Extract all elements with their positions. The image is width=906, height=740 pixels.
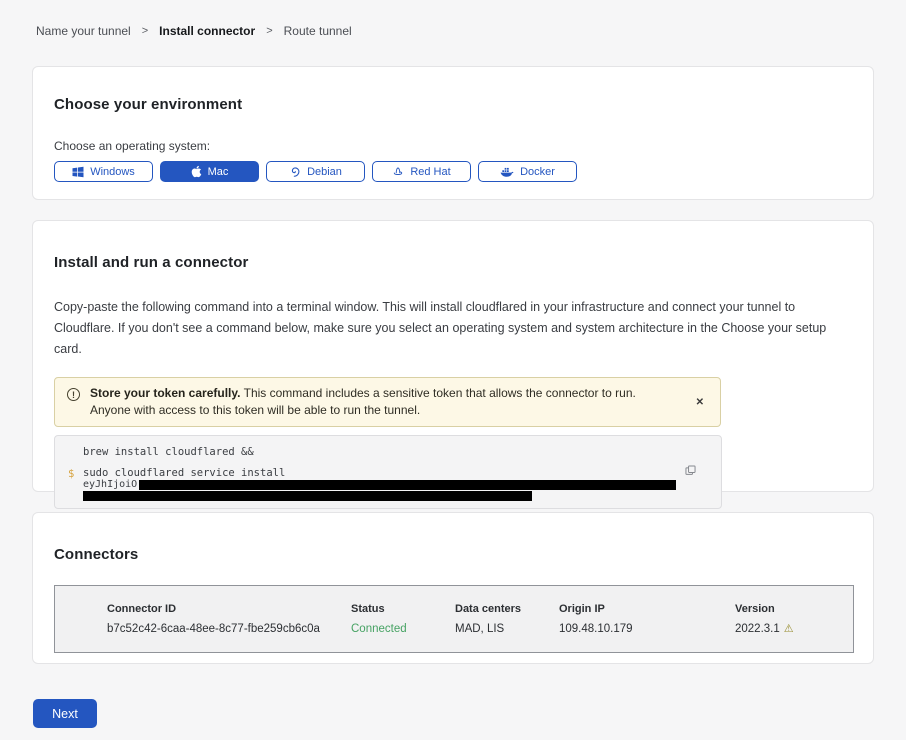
column-header-version: Version — [735, 603, 853, 615]
os-select-label: Choose an operating system: — [54, 139, 852, 153]
breadcrumb-step-name-your-tunnel[interactable]: Name your tunnel — [36, 24, 131, 38]
os-button-label: Debian — [307, 166, 342, 178]
close-icon: ✕ — [696, 397, 704, 408]
install-connector-card: Install and run a connector Copy-paste t… — [32, 220, 874, 492]
apple-logo-icon — [191, 165, 202, 178]
os-button-debian[interactable]: Debian — [266, 161, 365, 182]
environment-card-title: Choose your environment — [54, 96, 852, 113]
environment-card: Choose your environment Choose an operat… — [32, 66, 874, 200]
next-button[interactable]: Next — [33, 699, 97, 728]
warning-triangle-icon: ⚠ — [784, 622, 794, 635]
shell-prompt: $ — [68, 468, 74, 480]
token-warning-text: Store your token carefully. This command… — [90, 385, 660, 419]
token-line-1: eyJhIjoiO — [83, 480, 721, 490]
version-value: 2022.3.1 ⚠ — [735, 622, 853, 635]
origin-ip-value: 109.48.10.179 — [559, 623, 735, 635]
column-header-status: Status — [351, 603, 455, 615]
token-line-2 — [83, 491, 721, 501]
breadcrumb: Name your tunnel > Install connector > R… — [0, 0, 906, 38]
token-warning-banner: ! Store your token carefully. This comma… — [54, 377, 721, 427]
connectors-card: Connectors Connector ID Status Data cent… — [32, 512, 874, 664]
token-prefix: eyJhIjoiO — [83, 480, 137, 490]
copy-command-button[interactable] — [682, 462, 699, 482]
docker-whale-icon — [500, 166, 514, 178]
column-header-origin-ip: Origin IP — [559, 603, 735, 615]
column-header-data-centers: Data centers — [455, 603, 559, 615]
alert-circle-icon: ! — [67, 388, 80, 401]
command-line-1: brew install cloudflared && — [83, 447, 721, 458]
breadcrumb-step-install-connector[interactable]: Install connector — [159, 24, 255, 38]
breadcrumb-step-route-tunnel[interactable]: Route tunnel — [284, 24, 352, 38]
os-button-label: Mac — [208, 166, 229, 178]
os-button-docker[interactable]: Docker — [478, 161, 577, 182]
os-button-label: Red Hat — [410, 166, 450, 178]
copy-icon — [684, 465, 697, 480]
command-line-2: sudo cloudflared service install — [83, 468, 721, 479]
connector-table-row: b7c52c42-6caa-48ee-8c77-fbe259cb6c0a Con… — [107, 622, 853, 635]
os-button-redhat[interactable]: Red Hat — [372, 161, 471, 182]
connectors-table-header: Connector ID Status Data centers Origin … — [107, 603, 853, 615]
redacted-token-bar — [83, 491, 532, 501]
token-warning-bold: Store your token carefully. — [90, 386, 241, 400]
install-command-code-block: brew install cloudflared && $ sudo cloud… — [54, 435, 722, 509]
status-badge: Connected — [351, 623, 455, 635]
redhat-fedora-icon — [392, 166, 404, 178]
connectors-table: Connector ID Status Data centers Origin … — [54, 585, 854, 653]
windows-logo-icon — [72, 166, 84, 178]
redacted-token-bar — [139, 480, 676, 490]
column-header-connector-id: Connector ID — [107, 603, 351, 615]
install-card-title: Install and run a connector — [54, 254, 852, 271]
breadcrumb-separator: > — [142, 25, 148, 37]
os-button-windows[interactable]: Windows — [54, 161, 153, 182]
os-button-label: Windows — [90, 166, 135, 178]
close-banner-button[interactable]: ✕ — [692, 393, 708, 412]
connector-id-value: b7c52c42-6caa-48ee-8c77-fbe259cb6c0a — [107, 623, 351, 635]
breadcrumb-separator: > — [266, 25, 272, 37]
connectors-card-title: Connectors — [54, 546, 852, 563]
debian-swirl-icon — [289, 166, 301, 178]
os-button-mac[interactable]: Mac — [160, 161, 259, 182]
os-button-group: Windows Mac Debian Red Hat Docker — [54, 161, 852, 182]
data-centers-value: MAD, LIS — [455, 623, 559, 635]
install-description: Copy-paste the following command into a … — [54, 297, 852, 360]
os-button-label: Docker — [520, 166, 555, 178]
